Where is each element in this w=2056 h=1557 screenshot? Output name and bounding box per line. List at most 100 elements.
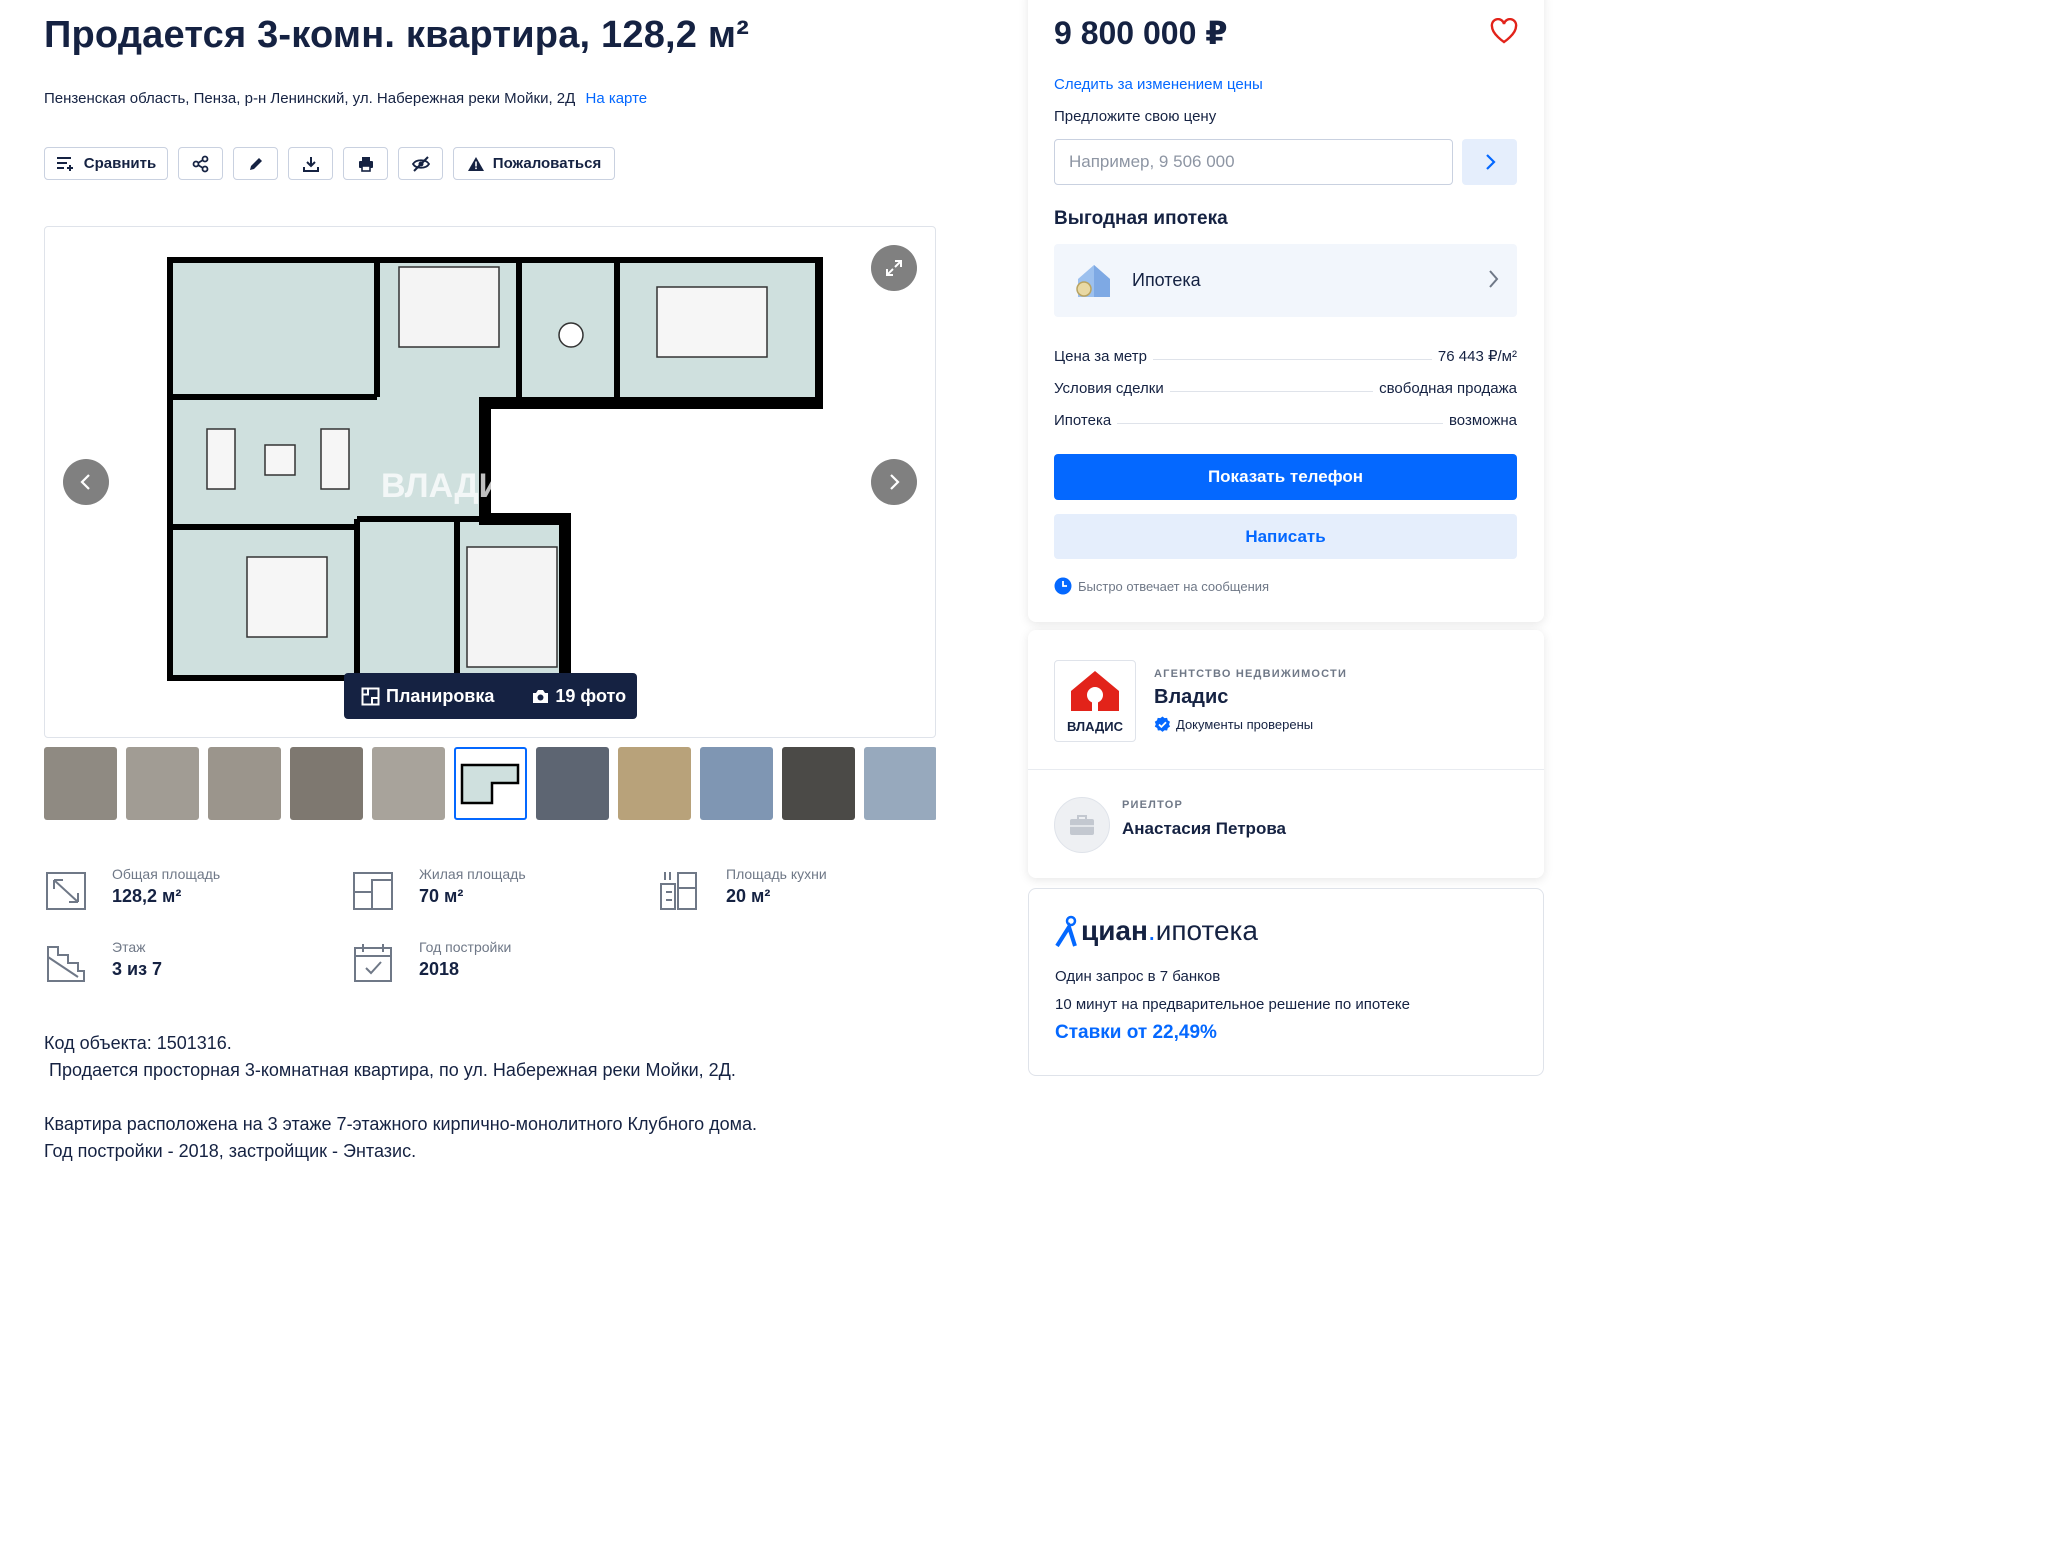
fact-label: Площадь кухни [726,866,827,882]
gallery-thumbnail[interactable] [618,747,691,820]
living-area-icon [353,872,393,910]
floor-plan-image: ВЛАДИС [167,257,823,681]
divider [1028,769,1544,770]
calendar-icon [354,944,392,982]
cian-rates-link[interactable]: Ставки от 22,49% [1055,1022,1217,1044]
page-title: Продается 3-комн. квартира, 128,2 м² [44,14,750,56]
cian-mortgage-logo: циан. ипотека [1055,915,1258,947]
gallery-thumbnail[interactable] [208,747,281,820]
cian-mortgage-card[interactable]: циан. ипотека Один запрос в 7 банков 10 м… [1028,888,1544,1076]
on-map-link[interactable]: На карте [585,90,647,107]
realtor-avatar[interactable] [1054,797,1110,853]
fact-kitchen-area: Площадь кухни 20 м² [658,866,918,916]
gallery-prev-button[interactable] [63,459,109,505]
show-phone-button[interactable]: Показать телефон [1054,454,1517,500]
verified-icon [1154,716,1170,732]
cian-logo-rest: ипотека [1155,915,1258,946]
price-card: 9 800 000 ₽ Следить за изменением цены П… [1028,0,1544,622]
download-icon [302,156,319,172]
dotted-leader [1153,359,1432,360]
description-line: Квартира расположена на 3 этаже 7-этажно… [44,1114,758,1134]
favorite-button[interactable] [1490,17,1518,49]
print-button[interactable] [343,147,388,180]
gallery-thumbnail[interactable] [782,747,855,820]
area-icon [46,872,86,910]
briefcase-icon [1070,815,1094,835]
fact-build-year: Год постройки 2018 [351,939,611,989]
fast-reply-note: Быстро отвечает на сообщения [1054,577,1269,595]
hide-icon [411,155,430,172]
fact-value: 20 м² [726,886,771,906]
edit-icon [249,157,262,170]
fact-total-area: Общая площадь 128,2 м² [44,866,304,916]
floor-plan-icon [361,687,380,705]
gallery-thumbnail[interactable] [454,747,527,820]
address: Пензенская область, Пенза, р-н Ленинский… [44,90,647,107]
fact-value: 128,2 м² [112,886,182,906]
gallery-thumbnail[interactable] [864,747,936,820]
description-line: Продается просторная 3-комнатная квартир… [44,1060,736,1080]
photo-gallery[interactable]: ВЛАДИС Планировка 19 фото [44,226,936,738]
verified-badge: Документы проверены [1154,716,1313,733]
edit-button[interactable] [233,147,278,180]
plan-tab-label: Планировка [386,685,495,706]
detail-value: возможна [1449,412,1517,429]
detail-key: Ипотека [1054,412,1112,429]
description-line: Код объекта: 1501316. [44,1033,232,1053]
gallery-thumbnail[interactable] [44,747,117,820]
agency-logo-text: ВЛАДИС [1067,719,1124,734]
offer-price-input[interactable] [1054,139,1453,185]
agency-name[interactable]: Владис [1154,686,1228,709]
detail-key: Цена за метр [1054,348,1147,365]
offer-price-label: Предложите свою цену [1054,108,1217,125]
compare-button[interactable]: Сравнить [44,147,168,180]
detail-value: 76 443 ₽/м² [1437,348,1517,365]
download-button[interactable] [288,147,333,180]
fact-living-area: Жилая площадь 70 м² [351,866,611,916]
follow-price-link[interactable]: Следить за изменением цены [1054,76,1263,93]
chevron-right-icon [1485,154,1496,170]
gallery-thumbnail[interactable] [372,747,445,820]
chevron-right-icon [890,474,900,490]
warning-icon [467,156,484,171]
realtor-name[interactable]: Анастасия Петрова [1122,819,1286,839]
clock-icon [1054,577,1072,595]
fact-label: Жилая площадь [419,866,526,882]
price: 9 800 000 ₽ [1054,15,1228,51]
complain-label: Пожаловаться [492,155,602,172]
gallery-thumbnail[interactable] [536,747,609,820]
address-text: Пензенская область, Пенза, р-н Ленинский… [44,90,576,107]
share-button[interactable] [178,147,223,180]
photos-tab[interactable]: 19 фото [532,686,626,707]
agency-type: АГЕНТСТВО НЕДВИЖИМОСТИ [1154,668,1348,680]
expand-icon [886,260,902,276]
plan-tab[interactable]: Планировка [361,686,494,707]
fact-label: Общая площадь [112,866,221,882]
compare-label: Сравнить [83,155,157,172]
fullscreen-button[interactable] [871,245,917,291]
complain-button[interactable]: Пожаловаться [453,147,615,180]
agency-logo-image: ВЛАДИС [1067,671,1124,734]
print-icon [358,156,373,172]
mortgage-offer-row[interactable]: Ипотека [1054,244,1517,317]
gallery-thumbnail[interactable] [290,747,363,820]
gallery-thumbnail[interactable] [126,747,199,820]
gallery-next-button[interactable] [871,459,917,505]
cian-mortgage-line: 10 минут на предварительное решение по и… [1055,996,1410,1013]
fast-reply-text: Быстро отвечает на сообщения [1078,578,1270,594]
mortgage-title: Выгодная ипотека [1054,208,1228,229]
offer-submit-button[interactable] [1462,139,1517,185]
detail-key: Условия сделки [1054,380,1164,397]
write-message-button[interactable]: Написать [1054,514,1517,559]
listing-toolbar: Сравнить Пожаловаться [44,147,615,180]
description-spacer [44,1084,757,1111]
agency-logo[interactable]: ВЛАДИС [1054,660,1136,742]
floor-plan-thumb-image [460,763,520,805]
gallery-thumbnail[interactable] [700,747,773,820]
hide-button[interactable] [398,147,443,180]
cian-logo-icon [1055,915,1077,947]
gallery-tabs: Планировка 19 фото [344,673,637,719]
detail-mortgage: Ипотека возможна [1054,407,1517,429]
cian-logo-bold: циан [1081,915,1148,946]
dotted-leader [1169,391,1374,392]
